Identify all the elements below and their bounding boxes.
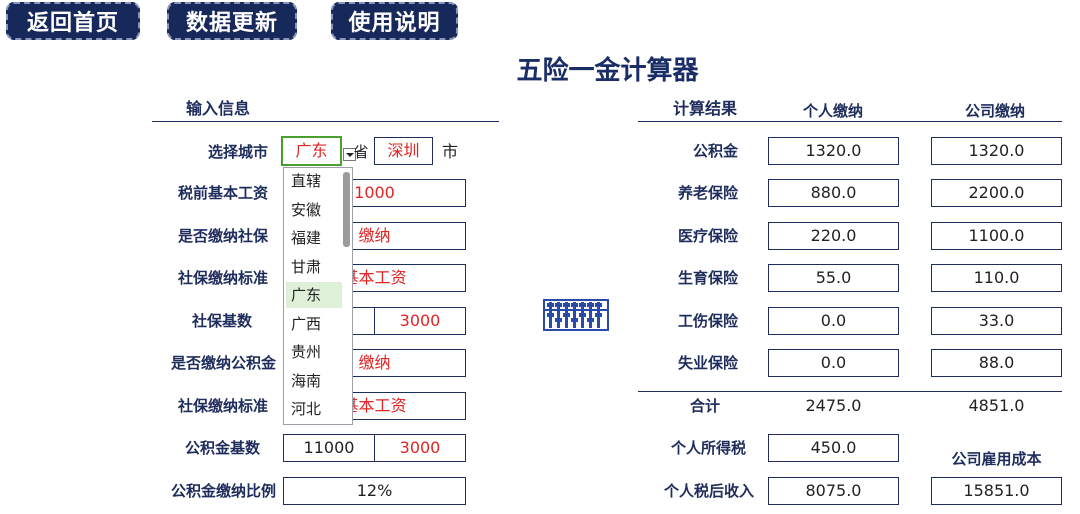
company-value: 110.0	[931, 264, 1062, 292]
personal-value: 55.0	[768, 264, 899, 292]
col-personal-header: 个人缴纳	[802, 102, 863, 120]
fund-base-label: 公积金基数	[184, 439, 260, 457]
dropdown-option[interactable]: 广西	[286, 311, 342, 337]
result-label: 工伤保险	[677, 312, 738, 330]
tax-label: 个人所得税	[670, 439, 746, 457]
abacus-icon	[543, 299, 609, 331]
province-select[interactable]: 广东	[281, 136, 342, 166]
company-value: 88.0	[931, 349, 1062, 377]
result-label: 公积金	[692, 142, 738, 160]
result-label: 生育保险	[677, 269, 738, 287]
city-field[interactable]: 深圳	[374, 137, 433, 165]
dropdown-scrollbar[interactable]	[343, 172, 350, 247]
net-income-label: 个人税后收入	[663, 482, 754, 500]
salary-label: 税前基本工资	[177, 184, 268, 202]
dropdown-option[interactable]: 直辖	[286, 168, 342, 194]
dropdown-option[interactable]: 福建	[286, 225, 342, 251]
personal-value: 880.0	[768, 179, 899, 207]
tax-value: 450.0	[768, 434, 899, 462]
result-label: 养老保险	[677, 184, 738, 202]
input-divider	[152, 121, 499, 122]
total-label: 合计	[689, 397, 720, 415]
input-section-title: 输入信息	[185, 99, 250, 118]
province-suffix: 省	[353, 143, 369, 161]
company-value: 1100.0	[931, 222, 1062, 250]
city-suffix: 市	[441, 142, 458, 161]
social-base-field[interactable]: 3000	[374, 307, 466, 335]
personal-value: 0.0	[768, 307, 899, 335]
fund-std-label: 社保缴纳标准	[177, 397, 268, 415]
dropdown-option[interactable]: 贵州	[286, 339, 342, 365]
province-dropdown-list[interactable]: 直辖 安徽 福建 甘肃 广东 广西 贵州 海南 河北	[283, 167, 353, 425]
net-income-value: 8075.0	[768, 477, 899, 505]
fund-base-right-field[interactable]: 3000	[374, 434, 466, 462]
company-value: 33.0	[931, 307, 1062, 335]
total-company: 4851.0	[968, 396, 1025, 415]
result-label: 失业保险	[677, 354, 738, 372]
fund-base-left-field[interactable]: 11000	[283, 434, 375, 462]
home-button[interactable]: 返回首页	[6, 2, 140, 40]
result-divider	[638, 121, 1062, 122]
company-value: 1320.0	[931, 137, 1062, 165]
dropdown-option[interactable]: 河北	[286, 396, 342, 422]
cost-value: 15851.0	[931, 477, 1062, 505]
company-value: 2200.0	[931, 179, 1062, 207]
result-section-title: 计算结果	[672, 99, 737, 118]
dropdown-option[interactable]: 甘肃	[286, 254, 342, 280]
social-label: 是否缴纳社保	[177, 227, 268, 245]
dropdown-option[interactable]: 安徽	[286, 197, 342, 223]
help-button[interactable]: 使用说明	[331, 2, 458, 40]
fund-ratio-label: 公积金缴纳比例	[170, 482, 276, 500]
col-company-header: 公司缴纳	[964, 102, 1025, 120]
personal-value: 1320.0	[768, 137, 899, 165]
personal-value: 0.0	[768, 349, 899, 377]
social-base-label: 社保基数	[191, 312, 252, 330]
city-label: 选择城市	[207, 143, 268, 161]
result-label: 医疗保险	[677, 227, 738, 245]
fund-ratio-field[interactable]: 12%	[283, 477, 466, 505]
cost-label: 公司雇用成本	[951, 450, 1042, 468]
fund-label: 是否缴纳公积金	[170, 354, 276, 372]
personal-value: 220.0	[768, 222, 899, 250]
page-title: 五险一金计算器	[516, 56, 699, 86]
data-update-button[interactable]: 数据更新	[167, 2, 297, 40]
total-personal: 2475.0	[805, 396, 862, 415]
dropdown-option-selected[interactable]: 广东	[286, 282, 342, 308]
social-std-label: 社保缴纳标准	[177, 269, 268, 287]
dropdown-option[interactable]: 海南	[286, 368, 342, 394]
